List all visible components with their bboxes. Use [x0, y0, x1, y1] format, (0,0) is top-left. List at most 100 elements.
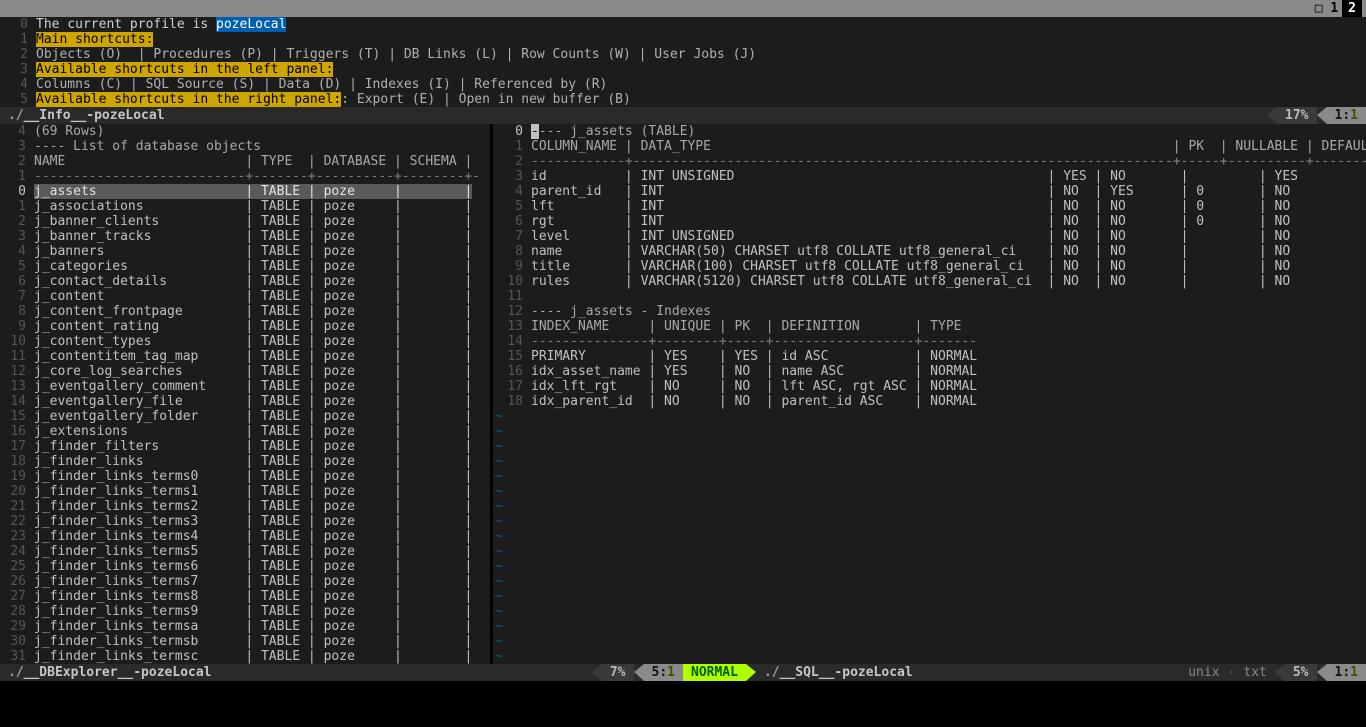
table-row[interactable]: 29j_finder_links_termsa | TABLE | poze |… [2, 619, 488, 634]
table-title: --- j_assets (TABLE) [539, 124, 696, 139]
table-row[interactable]: 10j_content_types | TABLE | poze | | [2, 334, 488, 349]
table-row[interactable]: 7j_content | TABLE | poze | | [2, 289, 488, 304]
tilde-icon: ~ [495, 409, 503, 424]
table-row[interactable]: 11j_contentitem_tag_map | TABLE | poze |… [2, 349, 488, 364]
right-status-unix: unix [1180, 665, 1227, 680]
right-status-filetype: txt [1235, 665, 1274, 680]
column-row: id | INT UNSIGNED | YES | NO | | YES [531, 169, 1298, 184]
info-statusline: ./__Info__-pozeLocal 17% 1:1 [0, 107, 1366, 124]
table-row[interactable]: 26j_finder_links_terms7 | TABLE | poze |… [2, 574, 488, 589]
info-text: Columns (C) | SQL Source (S) | Data (D) … [36, 77, 607, 92]
sql-pane[interactable]: 0---- j_assets (TABLE)1COLUMN_NAME | DAT… [493, 124, 1366, 664]
index-row: idx_asset_name | YES | NO | name ASC | N… [531, 364, 977, 379]
left-status-pct: 7% [602, 664, 634, 681]
table-row[interactable]: 6j_contact_details | TABLE | poze | | [2, 274, 488, 289]
column-row: level | INT UNSIGNED | NO | NO | | NO [531, 229, 1290, 244]
tilde-icon: ~ [495, 559, 503, 574]
table-row[interactable]: 21j_finder_links_terms2 | TABLE | poze |… [2, 499, 488, 514]
table-row[interactable]: 18j_finder_links | TABLE | poze | | [2, 454, 488, 469]
table-row[interactable]: 1j_associations | TABLE | poze | | [2, 199, 488, 214]
table-row[interactable]: 15j_eventgallery_folder | TABLE | poze |… [2, 409, 488, 424]
right-statusline: NORMAL ./__SQL__-pozeLocal unix ‹ txt 5%… [683, 664, 1366, 681]
right-status-pct: 5% [1285, 664, 1317, 681]
right-status-pos: 1:1 [1327, 664, 1366, 681]
info-heading: Available shortcuts in the right panel: [36, 92, 341, 107]
tilde-icon: ~ [495, 454, 503, 469]
separator-icon [1317, 107, 1327, 124]
info-status-pct: 17% [1277, 107, 1316, 124]
table-row[interactable]: 27j_finder_links_terms8 | TABLE | poze |… [2, 589, 488, 604]
table-row[interactable]: 13j_eventgallery_comment | TABLE | poze … [2, 379, 488, 394]
table-row[interactable]: 5j_categories | TABLE | poze | | [2, 259, 488, 274]
tilde-icon: ~ [495, 589, 503, 604]
tilde-icon: ~ [495, 514, 503, 529]
table-row[interactable]: 20j_finder_links_terms1 | TABLE | poze |… [2, 484, 488, 499]
column-row: name | VARCHAR(50) CHARSET utf8 COLLATE … [531, 244, 1290, 259]
info-heading: Main shortcuts: [36, 32, 153, 47]
left-status-filename: ./__DBExplorer__-pozeLocal [0, 665, 220, 680]
info-status-pos: 1:1 [1327, 107, 1366, 124]
tilde-icon: ~ [495, 439, 503, 454]
tabline: □ 1 2 [0, 0, 1366, 17]
table-row[interactable]: 9j_content_rating | TABLE | poze | | [2, 319, 488, 334]
index-title: ---- j_assets - Indexes [531, 304, 711, 319]
tilde-icon: ~ [495, 619, 503, 634]
table-row[interactable]: 8j_content_frontpage | TABLE | poze | | [2, 304, 488, 319]
separator-icon [1267, 107, 1277, 124]
separator-icon [220, 664, 230, 681]
separator-icon [746, 664, 756, 681]
tilde-icon: ~ [495, 484, 503, 499]
table-row[interactable]: 16j_extensions | TABLE | poze | | [2, 424, 488, 439]
tilde-icon: ~ [495, 604, 503, 619]
column-row: lft | INT | NO | NO | 0 | NO [531, 199, 1290, 214]
list-separator: ---------------------------+-------+----… [34, 169, 480, 184]
tilde-icon: ~ [495, 574, 503, 589]
table-row[interactable]: 0j_assets | TABLE | poze | | [2, 184, 488, 199]
tilde-icon: ~ [495, 529, 503, 544]
mode-indicator: NORMAL [683, 664, 746, 681]
column-header: COLUMN_NAME | DATA_TYPE | PK | NULLABLE … [531, 139, 1366, 154]
table-row[interactable]: 14j_eventgallery_file | TABLE | poze | | [2, 394, 488, 409]
table-row[interactable]: 12j_core_log_searches | TABLE | poze | | [2, 364, 488, 379]
command-line[interactable] [0, 681, 1366, 726]
info-status-filename: ./__Info__-pozeLocal [0, 108, 173, 123]
tilde-icon: ~ [495, 499, 503, 514]
index-header: INDEX_NAME | UNIQUE | PK | DEFINITION | … [531, 319, 961, 334]
table-row[interactable]: 19j_finder_links_terms0 | TABLE | poze |… [2, 469, 488, 484]
tilde-icon: ~ [495, 544, 503, 559]
info-heading: Available shortcuts in the left panel: [36, 62, 333, 77]
split-area: 4(69 Rows)3---- List of database objects… [0, 124, 1366, 664]
table-row[interactable]: 3j_banner_tracks | TABLE | poze | | [2, 229, 488, 244]
info-pane: 0The current profile is pozeLocal1Main s… [0, 17, 1366, 107]
column-row: rules | VARCHAR(5120) CHARSET utf8 COLLA… [531, 274, 1290, 289]
column-row: title | VARCHAR(100) CHARSET utf8 COLLAT… [531, 259, 1290, 274]
index-separator: ---------------+--------+-----+---------… [531, 334, 977, 349]
column-row: parent_id | INT | NO | YES | 0 | NO [531, 184, 1290, 199]
table-row[interactable]: 22j_finder_links_terms3 | TABLE | poze |… [2, 514, 488, 529]
table-row[interactable]: 28j_finder_links_terms9 | TABLE | poze |… [2, 604, 488, 619]
bottom-status-row: ./__DBExplorer__-pozeLocal 7% 5:1 NORMAL… [0, 664, 1366, 681]
table-row[interactable]: 24j_finder_links_terms5 | TABLE | poze |… [2, 544, 488, 559]
left-statusline: ./__DBExplorer__-pozeLocal 7% 5:1 [0, 664, 683, 681]
table-row[interactable]: 17j_finder_filters | TABLE | poze | | [2, 439, 488, 454]
vim-window: { "tabline": { "indicator": "□ 1", "coun… [0, 0, 1366, 727]
separator-icon [1317, 664, 1327, 681]
index-row: idx_parent_id | NO | NO | parent_id ASC … [531, 394, 977, 409]
tab-count: 2 [1342, 0, 1362, 17]
table-row[interactable]: 4j_banners | TABLE | poze | | [2, 244, 488, 259]
db-explorer-pane[interactable]: 4(69 Rows)3---- List of database objects… [0, 124, 491, 664]
list-title: ---- List of database objects [34, 139, 261, 154]
table-row[interactable]: 30j_finder_links_termsb | TABLE | poze |… [2, 634, 488, 649]
table-row[interactable]: 2j_banner_clients | TABLE | poze | | [2, 214, 488, 229]
rows-count: (69 Rows) [34, 124, 104, 139]
tilde-icon: ~ [495, 649, 503, 664]
separator-icon [1275, 664, 1285, 681]
table-row[interactable]: 31j_finder_links_termsc | TABLE | poze |… [2, 649, 488, 664]
separator-icon [634, 664, 644, 681]
table-row[interactable]: 25j_finder_links_terms6 | TABLE | poze |… [2, 559, 488, 574]
separator-icon [592, 664, 602, 681]
column-row: rgt | INT | NO | NO | 0 | NO [531, 214, 1290, 229]
separator-icon [173, 107, 183, 124]
table-row[interactable]: 23j_finder_links_terms4 | TABLE | poze |… [2, 529, 488, 544]
tilde-icon: ~ [495, 469, 503, 484]
